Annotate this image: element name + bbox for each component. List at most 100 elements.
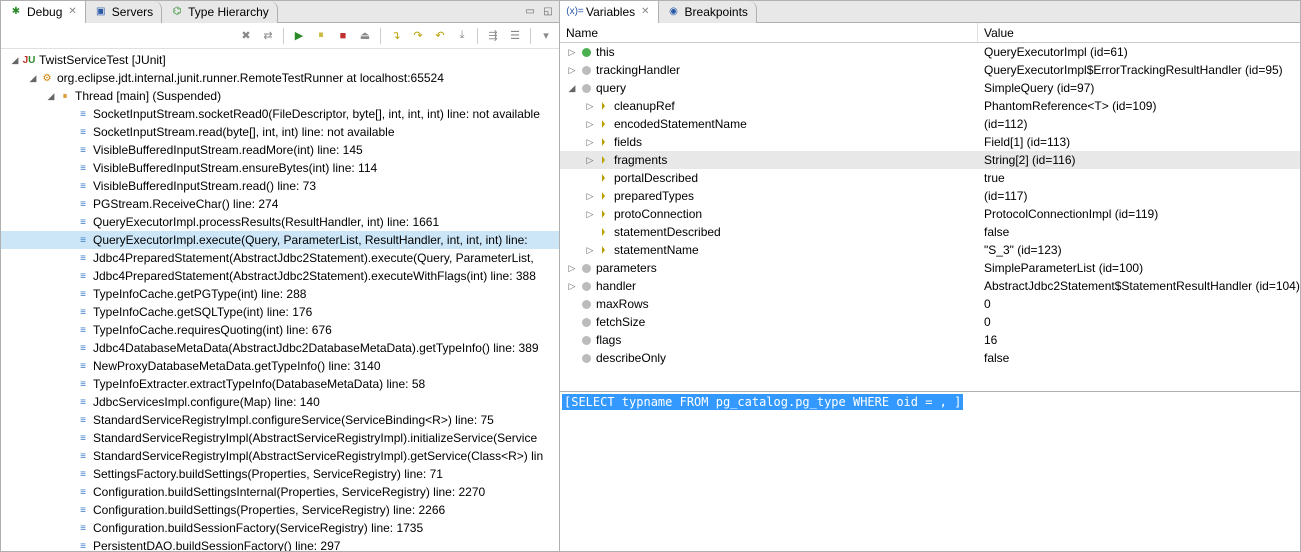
expand-arrow-icon[interactable]: ▷ xyxy=(584,119,596,130)
stack-frame-row[interactable]: ▷≡StandardServiceRegistryImpl.configureS… xyxy=(1,411,559,429)
variable-row[interactable]: ▷handlerAbstractJdbc2Statement$Statement… xyxy=(560,277,1300,295)
terminate-button[interactable]: ■ xyxy=(334,27,352,45)
minimize-icon[interactable]: ▭ xyxy=(523,5,537,19)
filter-button[interactable]: ☰ xyxy=(506,27,524,45)
field-variable-icon xyxy=(596,242,612,258)
expand-arrow-icon[interactable]: ◢ xyxy=(27,73,39,84)
stack-frame-row[interactable]: ◢⚙org.eclipse.jdt.internal.junit.runner.… xyxy=(1,69,559,87)
expand-arrow-icon[interactable]: ▷ xyxy=(584,209,596,220)
stack-frame-row[interactable]: ▷≡VisibleBufferedInputStream.ensureBytes… xyxy=(1,159,559,177)
stack-frame-row[interactable]: ▷≡TypeInfoCache.getPGType(int) line: 288 xyxy=(1,285,559,303)
resume-button[interactable]: ▶ xyxy=(290,27,308,45)
stack-tree[interactable]: ◢JUTwistServiceTest [JUnit]◢⚙org.eclipse… xyxy=(1,49,559,551)
variable-row[interactable]: ▷encodedStatementName(id=112) xyxy=(560,115,1300,133)
close-icon[interactable]: ✕ xyxy=(68,6,76,17)
left-tab-bar: ✱ Debug ✕ ▣ Servers ⌬ Type Hierarchy ▭ ◱ xyxy=(1,1,559,23)
variable-row[interactable]: ▷statementDescribedfalse xyxy=(560,223,1300,241)
column-name[interactable]: Name xyxy=(560,23,978,42)
expand-arrow-icon[interactable]: ▷ xyxy=(584,137,596,148)
variable-row[interactable]: ▷preparedTypes(id=117) xyxy=(560,187,1300,205)
expand-arrow-icon[interactable]: ▷ xyxy=(566,65,578,76)
remove-terminated-button[interactable]: ✖ xyxy=(237,27,255,45)
variable-row[interactable]: ▷fetchSize0 xyxy=(560,313,1300,331)
variable-row[interactable]: ▷fragmentsString[2] (id=116) xyxy=(560,151,1300,169)
tab-variables[interactable]: (x)= Variables ✕ xyxy=(560,1,659,23)
tab-servers[interactable]: ▣ Servers xyxy=(86,1,162,23)
stack-frame-row[interactable]: ▷≡StandardServiceRegistryImpl(AbstractSe… xyxy=(1,447,559,465)
detail-pane[interactable]: [SELECT typname FROM pg_catalog.pg_type … xyxy=(560,391,1300,551)
maximize-icon[interactable]: ◱ xyxy=(541,5,555,19)
stack-frame-row[interactable]: ▷≡NewProxyDatabaseMetaData.getTypeInfo()… xyxy=(1,357,559,375)
variable-row[interactable]: ▷cleanupRefPhantomReference<T> (id=109) xyxy=(560,97,1300,115)
tab-type-hierarchy[interactable]: ⌬ Type Hierarchy xyxy=(162,1,278,23)
stack-frame-row[interactable]: ▷≡TypeInfoCache.getSQLType(int) line: 17… xyxy=(1,303,559,321)
step-over-button[interactable]: ↷ xyxy=(409,27,427,45)
stack-frame-row[interactable]: ▷≡VisibleBufferedInputStream.readMore(in… xyxy=(1,141,559,159)
variable-row[interactable]: ◢querySimpleQuery (id=97) xyxy=(560,79,1300,97)
stack-frame-row[interactable]: ▷≡TypeInfoCache.requiresQuoting(int) lin… xyxy=(1,321,559,339)
stack-frame-row[interactable]: ▷≡SettingsFactory.buildSettings(Properti… xyxy=(1,465,559,483)
step-return-button[interactable]: ↶ xyxy=(431,27,449,45)
expand-arrow-icon[interactable]: ▷ xyxy=(584,155,596,166)
stack-frame-row[interactable]: ▷≡TypeInfoExtracter.extractTypeInfo(Data… xyxy=(1,375,559,393)
stack-frame-row[interactable]: ▷≡PersistentDAO.buildSessionFactory() li… xyxy=(1,537,559,551)
variable-row[interactable]: ▷statementName"S_3" (id=123) xyxy=(560,241,1300,259)
suspend-button[interactable]: ⏸ xyxy=(312,27,330,45)
disconnect-button[interactable]: ⏏ xyxy=(356,27,374,45)
step-into-button[interactable]: ↴ xyxy=(387,27,405,45)
stack-frame-row[interactable]: ▷≡SocketInputStream.socketRead0(FileDesc… xyxy=(1,105,559,123)
stack-frame-row[interactable]: ▷≡Configuration.buildSettings(Properties… xyxy=(1,501,559,519)
variable-name-cell: ▷flags xyxy=(560,332,978,348)
variable-value: 16 xyxy=(978,333,1300,347)
stack-frame-row[interactable]: ▷≡VisibleBufferedInputStream.read() line… xyxy=(1,177,559,195)
step-filters-button[interactable]: ⇶ xyxy=(484,27,502,45)
stack-frame-row[interactable]: ▷≡Jdbc4DatabaseMetaData(AbstractJdbc2Dat… xyxy=(1,339,559,357)
expand-arrow-icon[interactable]: ▷ xyxy=(584,101,596,112)
stack-frame-icon: ≡ xyxy=(75,466,91,482)
variable-row[interactable]: ▷thisQueryExecutorImpl (id=61) xyxy=(560,43,1300,61)
variable-row[interactable]: ▷portalDescribedtrue xyxy=(560,169,1300,187)
detail-text[interactable]: [SELECT typname FROM pg_catalog.pg_type … xyxy=(562,394,963,410)
stack-frame-row[interactable]: ▷≡JdbcServicesImpl.configure(Map) line: … xyxy=(1,393,559,411)
variable-row[interactable]: ▷flags16 xyxy=(560,331,1300,349)
variable-row[interactable]: ▷parametersSimpleParameterList (id=100) xyxy=(560,259,1300,277)
variable-name: describeOnly xyxy=(596,351,666,365)
connect-button[interactable]: ⇄ xyxy=(259,27,277,45)
expand-arrow-icon[interactable]: ▷ xyxy=(584,191,596,202)
variables-tree[interactable]: ▷thisQueryExecutorImpl (id=61)▷trackingH… xyxy=(560,43,1300,391)
stack-frame-row[interactable]: ▷≡Configuration.buildSessionFactory(Serv… xyxy=(1,519,559,537)
variable-row[interactable]: ▷fieldsField[1] (id=113) xyxy=(560,133,1300,151)
expand-arrow-icon[interactable]: ◢ xyxy=(566,83,578,94)
stack-frame-row[interactable]: ◢⏸Thread [main] (Suspended) xyxy=(1,87,559,105)
local-variable-icon xyxy=(578,80,594,96)
tab-debug[interactable]: ✱ Debug ✕ xyxy=(1,1,86,23)
stack-frame-row[interactable]: ▷≡QueryExecutorImpl.execute(Query, Param… xyxy=(1,231,559,249)
variable-row[interactable]: ▷protoConnectionProtocolConnectionImpl (… xyxy=(560,205,1300,223)
stack-frame-row[interactable]: ▷≡Configuration.buildSettingsInternal(Pr… xyxy=(1,483,559,501)
stack-frame-row[interactable]: ▷≡Jdbc4PreparedStatement(AbstractJdbc2St… xyxy=(1,267,559,285)
field-variable-icon xyxy=(596,152,612,168)
variable-row[interactable]: ▷trackingHandlerQueryExecutorImpl$ErrorT… xyxy=(560,61,1300,79)
expand-arrow-icon[interactable]: ◢ xyxy=(9,55,21,66)
stack-frame-row[interactable]: ▷≡PGStream.ReceiveChar() line: 274 xyxy=(1,195,559,213)
bug-icon: ✱ xyxy=(9,5,23,19)
column-value[interactable]: Value xyxy=(978,23,1300,42)
expand-arrow-icon[interactable]: ▷ xyxy=(584,245,596,256)
expand-arrow-icon[interactable]: ▷ xyxy=(566,281,578,292)
stack-frame-row[interactable]: ◢JUTwistServiceTest [JUnit] xyxy=(1,51,559,69)
expand-arrow-icon[interactable]: ▷ xyxy=(566,47,578,58)
stack-frame-row[interactable]: ▷≡StandardServiceRegistryImpl(AbstractSe… xyxy=(1,429,559,447)
stack-frame-row[interactable]: ▷≡Jdbc4PreparedStatement(AbstractJdbc2St… xyxy=(1,249,559,267)
stack-frame-label: SocketInputStream.socketRead0(FileDescri… xyxy=(93,107,540,121)
tab-breakpoints[interactable]: ◉ Breakpoints xyxy=(659,1,757,23)
stack-frame-row[interactable]: ▷≡SocketInputStream.read(byte[], int, in… xyxy=(1,123,559,141)
stack-frame-row[interactable]: ▷≡QueryExecutorImpl.processResults(Resul… xyxy=(1,213,559,231)
variable-row[interactable]: ▷maxRows0 xyxy=(560,295,1300,313)
close-icon[interactable]: ✕ xyxy=(641,6,649,17)
view-menu-button[interactable]: ▾ xyxy=(537,27,555,45)
variable-row[interactable]: ▷describeOnlyfalse xyxy=(560,349,1300,367)
variable-name-cell: ▷cleanupRef xyxy=(560,98,978,114)
drop-to-frame-button[interactable]: ⤓ xyxy=(453,27,471,45)
expand-arrow-icon[interactable]: ◢ xyxy=(45,91,57,102)
expand-arrow-icon[interactable]: ▷ xyxy=(566,263,578,274)
